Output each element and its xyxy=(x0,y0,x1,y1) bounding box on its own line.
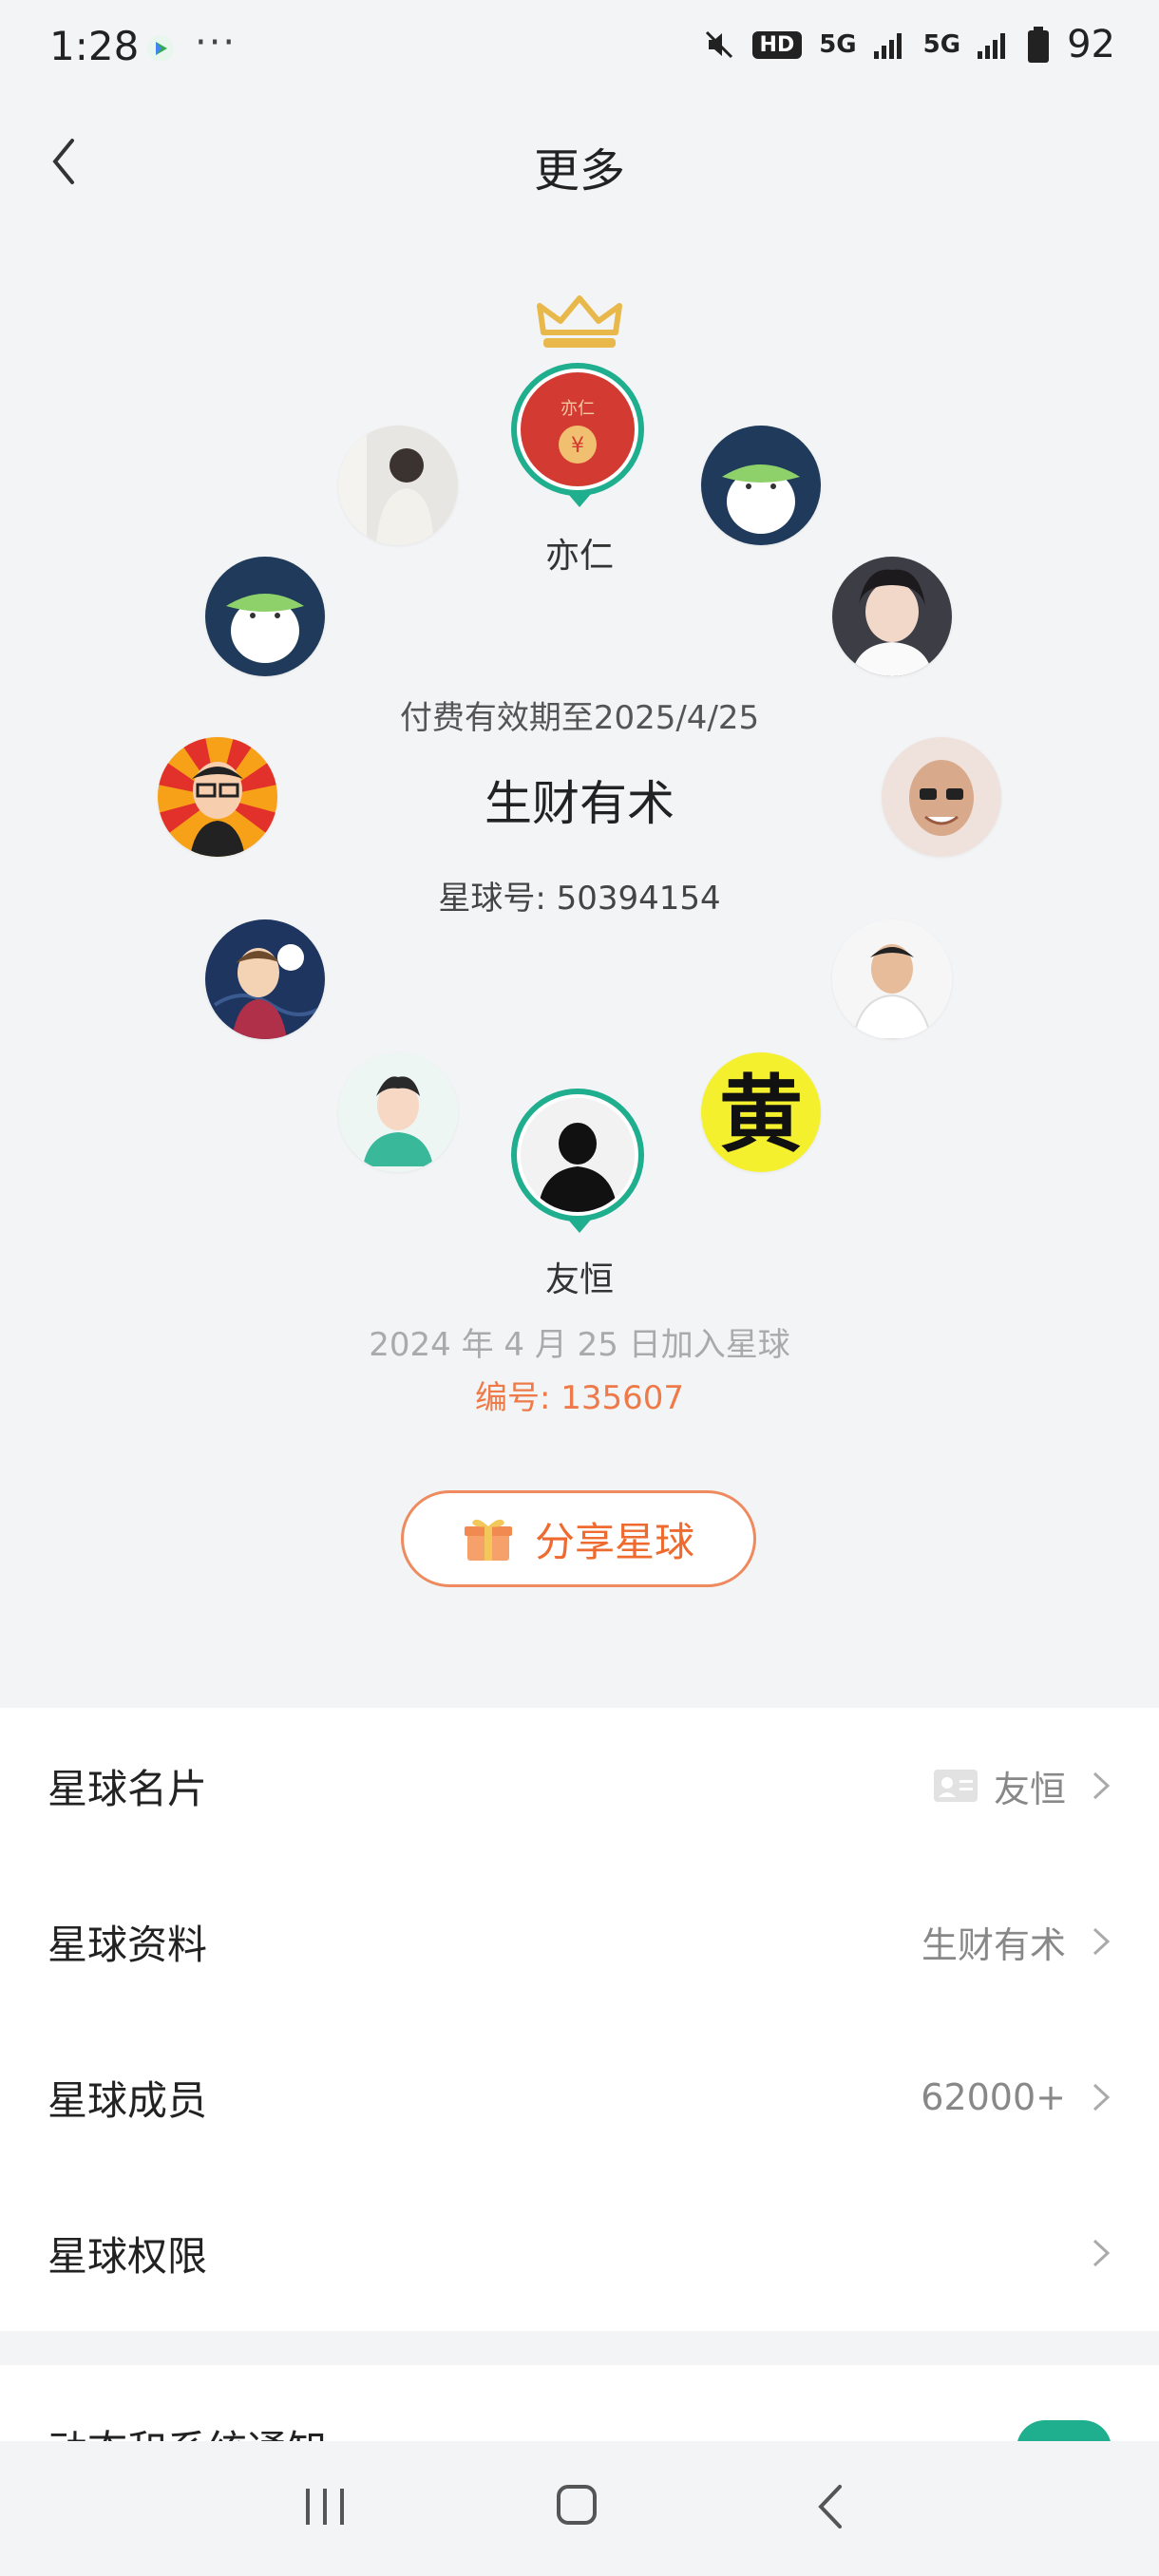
settings-row-permissions[interactable]: 星球权限 xyxy=(0,2175,1159,2331)
status-bar: 1:28 ··· HD 5G 5G 92 xyxy=(0,0,1159,95)
member-avatar[interactable]: 黄 xyxy=(701,1052,821,1172)
notifications-toggle[interactable] xyxy=(1016,2420,1112,2441)
settings-row-label: 星球权限 xyxy=(48,2232,208,2280)
my-avatar[interactable] xyxy=(511,1089,644,1222)
member-avatar[interactable] xyxy=(832,557,952,676)
join-date: 2024 年 4 月 25 日加入星球 xyxy=(369,1326,790,1364)
member-avatar[interactable] xyxy=(701,426,821,545)
expiry-text: 付费有效期至2025/4/25 xyxy=(399,699,760,737)
recents-button[interactable] xyxy=(302,2485,348,2529)
crown-icon xyxy=(534,294,625,353)
settings-row-label: 星球资料 xyxy=(48,1921,208,1968)
member-avatar[interactable] xyxy=(338,426,458,545)
back-arrow-icon xyxy=(818,2485,842,2529)
settings-row-profile[interactable]: 星球资料 生财有术 xyxy=(0,1864,1159,2019)
network-5g-2: 5G xyxy=(922,30,961,59)
my-avatar-group[interactable] xyxy=(511,1089,648,1233)
card-icon xyxy=(933,1770,978,1802)
signal-icon xyxy=(978,33,1006,59)
status-time: 1:28 xyxy=(49,23,140,69)
section-divider xyxy=(0,2337,1159,2365)
settings-row-members[interactable]: 星球成员 62000+ xyxy=(0,2019,1159,2175)
home-button[interactable] xyxy=(555,2483,598,2527)
owner-avatar-group[interactable]: 亦仁 ¥ xyxy=(511,363,648,507)
mute-icon xyxy=(705,30,732,59)
hd-badge: HD xyxy=(751,30,803,59)
settings-row-value: 生财有术 xyxy=(921,1923,1066,1966)
chevron-right-icon xyxy=(1092,1927,1111,1956)
network-5g-1: 5G xyxy=(819,30,857,59)
settings-list: 星球名片 友恒 星球资料 生财有术 星球成员 62000+ 星球权限 xyxy=(0,1708,1159,2331)
more-notifications-icon: ··· xyxy=(195,21,238,65)
settings-row-card[interactable]: 星球名片 友恒 xyxy=(0,1708,1159,1864)
share-label: 分享星球 xyxy=(534,1518,694,1565)
owner-avatar-text: 亦仁 xyxy=(560,399,595,419)
settings-row-value: 友恒 xyxy=(933,1760,1066,1812)
settings-row-value: 62000+ xyxy=(921,2076,1066,2118)
group-id: 星球号: 50394154 xyxy=(438,880,721,918)
recents-icon xyxy=(306,2489,344,2525)
chevron-right-icon xyxy=(1092,2239,1111,2267)
my-name: 友恒 xyxy=(544,1260,614,1299)
svg-text:黄: 黄 xyxy=(719,1065,803,1164)
home-icon xyxy=(557,2485,597,2525)
member-number: 编号: 135607 xyxy=(474,1379,685,1417)
gift-icon xyxy=(464,1519,512,1561)
group-name: 生财有术 xyxy=(484,776,674,831)
member-avatar[interactable] xyxy=(205,557,325,676)
svg-text:¥: ¥ xyxy=(571,434,584,458)
settings-row-label: 星球成员 xyxy=(48,2076,208,2124)
settings-row-label: 星球名片 xyxy=(48,1765,208,1812)
member-avatar[interactable] xyxy=(832,919,952,1039)
chevron-right-icon xyxy=(1092,1771,1111,1800)
battery-icon xyxy=(1028,27,1050,63)
play-store-icon xyxy=(146,34,175,63)
owner-avatar[interactable]: 亦仁 ¥ xyxy=(511,363,644,496)
member-avatar[interactable] xyxy=(338,1052,458,1172)
nav-back-button[interactable] xyxy=(813,2483,847,2530)
notifications-row[interactable]: 动态和系统通知 xyxy=(0,2365,1159,2441)
owner-name: 亦仁 xyxy=(544,537,614,576)
signal-icon xyxy=(873,33,902,59)
share-group-button[interactable]: 分享星球 xyxy=(401,1490,756,1587)
status-indicators: HD 5G 5G 92 xyxy=(703,23,1115,66)
chevron-right-icon xyxy=(1092,2083,1111,2112)
member-avatar[interactable] xyxy=(205,919,325,1039)
notifications-label: 动态和系统通知 xyxy=(48,2418,327,2441)
battery-level: 92 xyxy=(1067,23,1115,66)
page-title: 更多 xyxy=(533,144,625,198)
